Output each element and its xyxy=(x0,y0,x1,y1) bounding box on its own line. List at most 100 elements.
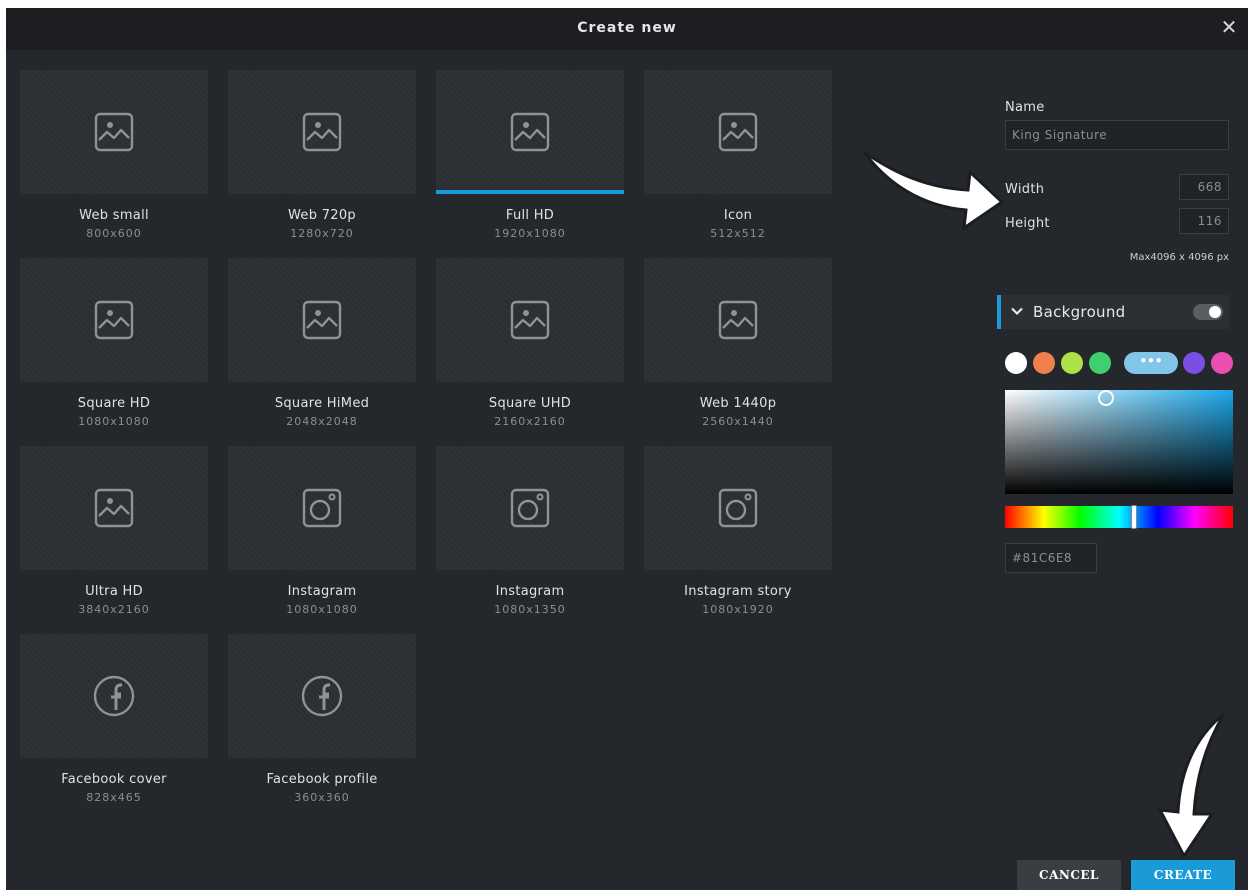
image-icon xyxy=(718,300,758,340)
template-thumbnail xyxy=(228,258,416,382)
template-tile[interactable]: Full HD 1920x1080 xyxy=(436,70,624,242)
template-size: 828x465 xyxy=(86,791,142,804)
color-swatch[interactable] xyxy=(1183,352,1205,374)
template-size: 360x360 xyxy=(294,791,350,804)
template-name: Instagram xyxy=(495,584,565,599)
template-thumbnail xyxy=(20,446,208,570)
template-thumbnail xyxy=(228,70,416,194)
annotation-arrow-down-icon xyxy=(1157,712,1226,859)
facebook-icon xyxy=(93,675,135,717)
template-name: Icon xyxy=(723,208,753,223)
template-thumbnail xyxy=(644,446,832,570)
hue-slider-handle[interactable] xyxy=(1131,505,1137,529)
background-toggle[interactable] xyxy=(1193,304,1223,320)
template-size: 1080x1920 xyxy=(702,603,774,616)
template-name: Web 1440p xyxy=(699,396,777,411)
color-swatch[interactable] xyxy=(1033,352,1055,374)
template-tile[interactable]: Ultra HD 3840x2160 xyxy=(20,446,208,618)
template-tile[interactable]: Web 720p 1280x720 xyxy=(228,70,416,242)
template-size: 2048x2048 xyxy=(286,415,358,428)
template-size: 1080x1350 xyxy=(494,603,566,616)
facebook-icon xyxy=(301,675,343,717)
color-swatch[interactable] xyxy=(1061,352,1083,374)
template-tile[interactable]: Facebook profile 360x360 xyxy=(228,634,416,806)
create-button[interactable]: CREATE xyxy=(1131,860,1235,890)
image-icon xyxy=(94,112,134,152)
template-thumbnail xyxy=(20,258,208,382)
width-input[interactable] xyxy=(1179,174,1229,200)
instagram-icon xyxy=(718,488,758,528)
template-name: Square HiMed xyxy=(274,396,370,411)
template-name: Web 720p xyxy=(288,208,356,223)
instagram-icon xyxy=(302,488,342,528)
template-name: Web small xyxy=(79,208,149,223)
template-tile[interactable]: Web small 800x600 xyxy=(20,70,208,242)
template-name: Facebook cover xyxy=(61,772,167,787)
image-icon xyxy=(510,300,550,340)
template-grid: Web small 800x600 Web 720p 1280x720 Full HD 1… xyxy=(20,70,840,850)
height-input[interactable] xyxy=(1179,208,1229,234)
template-tile[interactable]: Square HiMed 2048x2048 xyxy=(228,258,416,430)
template-size: 2160x2160 xyxy=(494,415,566,428)
template-thumbnail xyxy=(436,70,624,194)
template-size: 1920x1080 xyxy=(494,227,566,240)
template-thumbnail xyxy=(20,70,208,194)
template-name: Full HD xyxy=(505,208,555,223)
template-size: 512x512 xyxy=(710,227,766,240)
template-thumbnail xyxy=(228,634,416,758)
template-name: Facebook profile xyxy=(266,772,378,787)
chevron-down-icon xyxy=(1011,307,1023,316)
image-icon xyxy=(718,112,758,152)
cancel-button[interactable]: CANCEL xyxy=(1017,860,1121,890)
template-thumbnail xyxy=(436,446,624,570)
template-name: Instagram xyxy=(287,584,357,599)
color-swatch[interactable] xyxy=(1211,352,1233,374)
template-name: Square UHD xyxy=(488,396,572,411)
max-size-hint: Max4096 x 4096 px xyxy=(1129,252,1229,263)
template-size: 1280x720 xyxy=(290,227,354,240)
color-picker-handle[interactable] xyxy=(1098,390,1114,406)
background-section-header[interactable]: Background xyxy=(997,295,1229,329)
template-name: Instagram story xyxy=(684,584,792,599)
more-colors-swatch[interactable]: ••• xyxy=(1124,352,1178,374)
annotation-arrow-right-icon xyxy=(862,150,1005,232)
template-size: 800x600 xyxy=(86,227,142,240)
hue-slider[interactable] xyxy=(1005,505,1233,529)
template-size: 3840x2160 xyxy=(78,603,150,616)
name-label: Name xyxy=(1005,100,1045,115)
image-icon xyxy=(94,300,134,340)
dialog-titlebar: Create new ✕ xyxy=(6,8,1248,50)
template-size: 1080x1080 xyxy=(286,603,358,616)
template-size: 1080x1080 xyxy=(78,415,150,428)
hex-color-input[interactable] xyxy=(1005,543,1097,573)
close-icon[interactable]: ✕ xyxy=(1218,16,1240,40)
template-tile[interactable]: Icon 512x512 xyxy=(644,70,832,242)
color-swatch[interactable] xyxy=(1089,352,1111,374)
instagram-icon xyxy=(510,488,550,528)
image-icon xyxy=(302,112,342,152)
template-tile[interactable]: Facebook cover 828x465 xyxy=(20,634,208,806)
template-thumbnail xyxy=(644,70,832,194)
color-swatch[interactable] xyxy=(1005,352,1027,374)
template-tile[interactable]: Instagram story 1080x1920 xyxy=(644,446,832,618)
dialog-title: Create new xyxy=(577,20,677,36)
template-thumbnail xyxy=(644,258,832,382)
name-input[interactable] xyxy=(1005,120,1229,150)
height-label: Height xyxy=(1005,216,1050,231)
template-thumbnail xyxy=(436,258,624,382)
saturation-value-picker[interactable] xyxy=(1005,390,1233,494)
template-tile[interactable]: Square HD 1080x1080 xyxy=(20,258,208,430)
template-name: Ultra HD xyxy=(85,584,143,599)
template-tile[interactable]: Square UHD 2160x2160 xyxy=(436,258,624,430)
width-label: Width xyxy=(1005,182,1045,197)
image-icon xyxy=(302,300,342,340)
template-tile[interactable]: Web 1440p 2560x1440 xyxy=(644,258,832,430)
image-icon xyxy=(510,112,550,152)
template-name: Square HD xyxy=(77,396,151,411)
template-tile[interactable]: Instagram 1080x1350 xyxy=(436,446,624,618)
template-tile[interactable]: Instagram 1080x1080 xyxy=(228,446,416,618)
template-thumbnail xyxy=(20,634,208,758)
image-icon xyxy=(94,488,134,528)
template-thumbnail xyxy=(228,446,416,570)
template-size: 2560x1440 xyxy=(702,415,774,428)
